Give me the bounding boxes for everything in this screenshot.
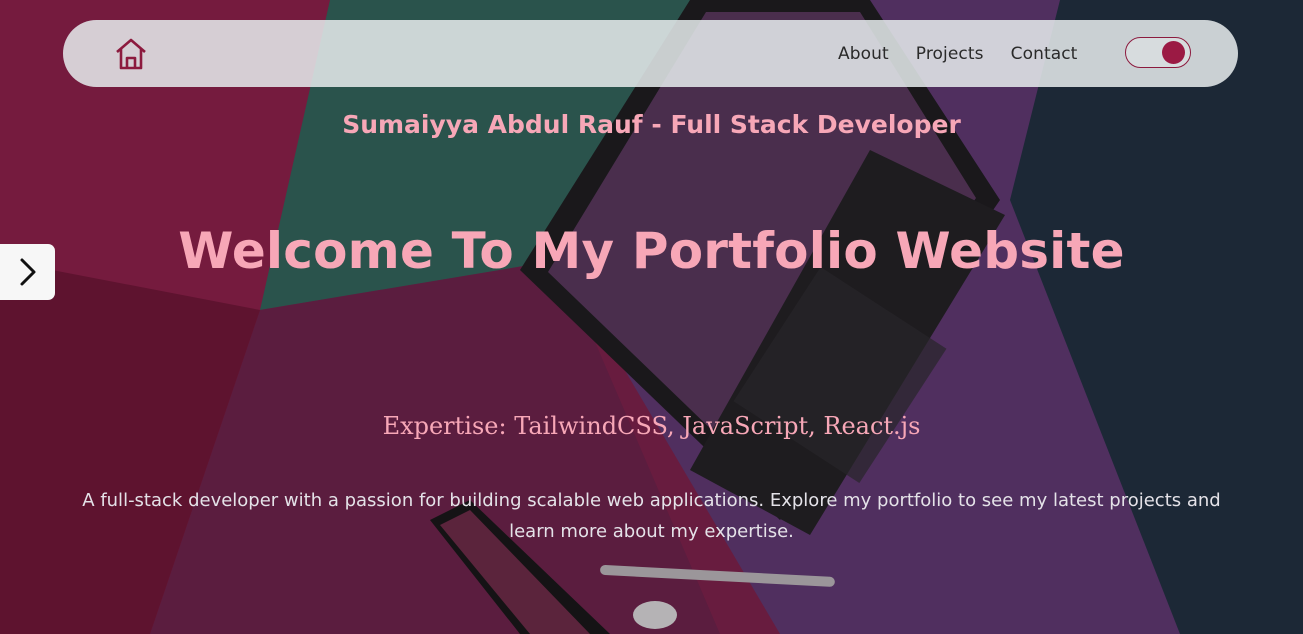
nav-link-about[interactable]: About bbox=[838, 44, 889, 64]
hero-expertise: Expertise: TailwindCSS, JavaScript, Reac… bbox=[382, 412, 921, 440]
nav-link-contact[interactable]: Contact bbox=[1011, 44, 1078, 64]
hero-subtitle: Sumaiyya Abdul Rauf - Full Stack Develop… bbox=[342, 110, 961, 139]
nav-links: About Projects Contact bbox=[838, 20, 1077, 87]
top-navbar: About Projects Contact bbox=[63, 20, 1238, 87]
hero-description: A full-stack developer with a passion fo… bbox=[82, 490, 1221, 542]
theme-toggle[interactable] bbox=[1125, 37, 1191, 68]
toggle-knob bbox=[1162, 41, 1185, 64]
nav-link-projects[interactable]: Projects bbox=[916, 44, 984, 64]
home-icon[interactable] bbox=[113, 36, 149, 72]
hero-title: Welcome To My Portfolio Website bbox=[178, 222, 1125, 280]
